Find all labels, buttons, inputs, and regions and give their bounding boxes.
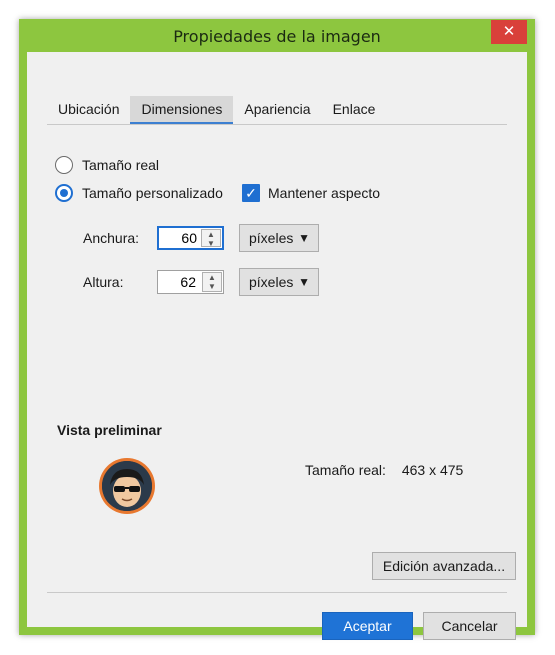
title-bar[interactable]: Propiedades de la imagen ✕ [19,19,535,51]
real-size-option[interactable]: Tamaño real [55,156,159,174]
height-spinbox[interactable]: ▲▼ [157,270,224,294]
width-unit-dropdown[interactable]: píxeles ▼ [239,224,319,252]
height-unit-value: píxeles [249,274,294,290]
close-icon: ✕ [502,23,516,40]
width-unit-value: píxeles [249,230,294,246]
width-label: Anchura: [83,230,140,246]
window-title: Propiedades de la imagen [173,27,381,46]
custom-size-option-label: Tamaño personalizado [82,185,223,201]
real-size-label: Tamaño real: [305,462,386,478]
dialog-body: Ubicación Dimensiones Apariencia Enlace … [27,52,527,640]
footer-divider [47,592,507,593]
height-unit-dropdown[interactable]: píxeles ▼ [239,268,319,296]
tab-apariencia[interactable]: Apariencia [233,96,321,122]
real-size-info: Tamaño real: 463 x 475 [305,462,475,478]
avatar-preview-image [99,458,155,514]
avatar-face [102,461,152,511]
width-spinbox[interactable]: ▲▼ [157,226,224,250]
chevron-down-icon: ▼ [298,231,310,245]
cancel-button[interactable]: Cancelar [423,612,516,640]
keep-aspect-checkbox[interactable]: ✓ [242,184,260,202]
height-stepper-arrows[interactable]: ▲ ▼ [202,272,222,292]
real-size-value: 463 x 475 [401,462,464,478]
keep-aspect-option[interactable]: ✓ Mantener aspecto [242,184,380,202]
custom-size-option[interactable]: Tamaño personalizado [55,184,223,202]
checkmark-icon: ✓ [245,185,257,201]
real-size-radio[interactable] [55,156,73,174]
avatar-illustration [102,461,152,511]
close-button[interactable]: ✕ [491,20,527,44]
tab-enlace[interactable]: Enlace [322,96,387,122]
chevron-down-icon: ▼ [298,275,310,289]
custom-size-radio[interactable] [55,184,73,202]
width-input[interactable] [161,228,197,248]
width-stepper-arrows[interactable]: ▲ ▼ [201,229,221,248]
ok-button[interactable]: Aceptar [322,612,413,640]
keep-aspect-label: Mantener aspecto [268,185,381,201]
height-label: Altura: [83,274,124,290]
tab-dimensiones[interactable]: Dimensiones [130,96,234,124]
height-input[interactable] [160,271,196,293]
preview-heading: Vista preliminar [57,422,162,438]
tab-bar: Ubicación Dimensiones Apariencia Enlace [47,96,387,124]
advanced-edit-button[interactable]: Edición avanzada... [372,552,516,580]
tab-divider [47,124,507,125]
tab-ubicacion[interactable]: Ubicación [47,96,130,122]
real-size-option-label: Tamaño real [82,157,160,173]
dialog-window: Propiedades de la imagen ✕ Ubicación Dim… [19,19,535,640]
